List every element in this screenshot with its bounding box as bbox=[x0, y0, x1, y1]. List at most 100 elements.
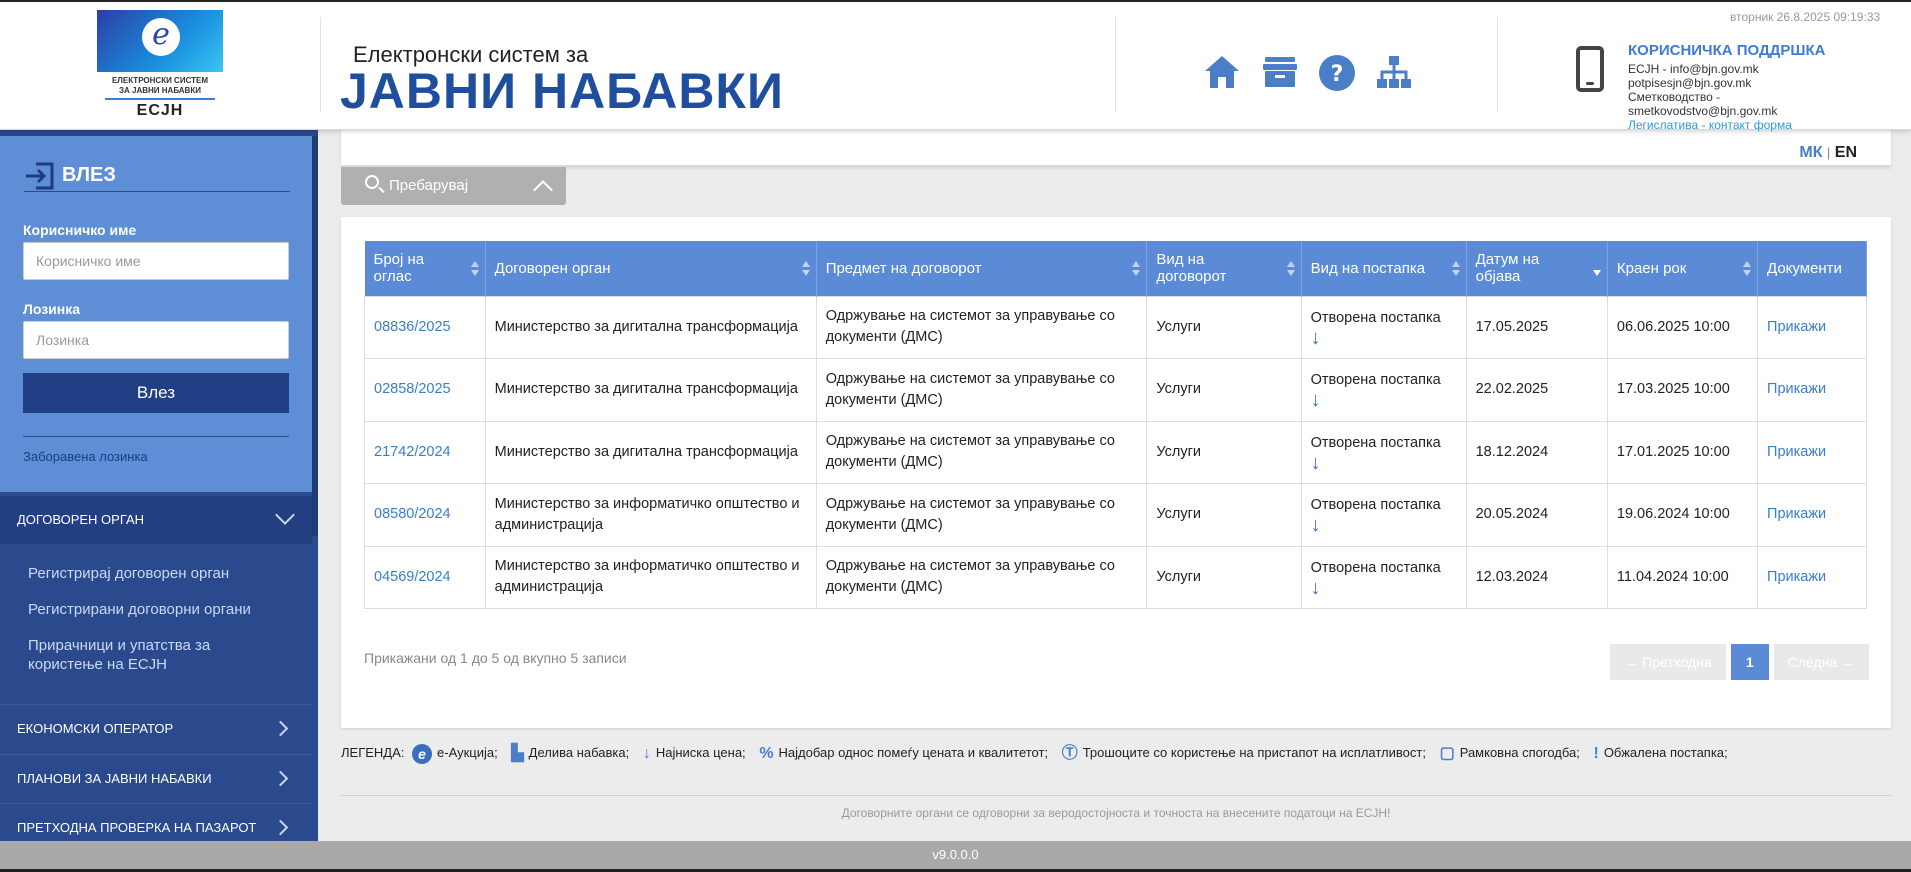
show-documents-link[interactable]: Прикажи bbox=[1767, 569, 1826, 585]
sidebar-scrollbar[interactable] bbox=[312, 136, 318, 536]
show-documents-link[interactable]: Прикажи bbox=[1767, 444, 1826, 460]
column-header-contract-type[interactable]: Вид на договорот bbox=[1146, 241, 1302, 296]
site-title-big: ЈАВНИ НАБАВКИ bbox=[340, 63, 784, 119]
login-title: ВЛЕЗ bbox=[62, 164, 116, 186]
column-header-published[interactable]: Датум на објава bbox=[1466, 241, 1608, 296]
sidebar-item-procurement-plans[interactable]: ПЛАНОВИ ЗА ЈАВНИ НАБАВКИ bbox=[0, 754, 312, 802]
help-icon[interactable]: ? bbox=[1316, 54, 1358, 94]
chevron-up-icon bbox=[533, 180, 553, 200]
column-header-contract-type-label: Вид на договорот bbox=[1156, 251, 1227, 286]
logo-line-1: ЕЛЕКТРОНСКИ СИСТЕМ bbox=[111, 76, 209, 85]
username-input[interactable] bbox=[23, 242, 289, 280]
notice-number-link[interactable]: 08836/2025 bbox=[374, 319, 451, 335]
cell-number: 21742/2024 bbox=[364, 420, 486, 484]
page-1-button[interactable]: 1 bbox=[1730, 644, 1769, 680]
logo-line-2: ЗА ЈАВНИ НАБАВКИ bbox=[119, 86, 201, 95]
previous-page-button[interactable]: ← Претходна bbox=[1610, 644, 1726, 680]
forgot-password-link[interactable]: Заборавена лозинка bbox=[23, 449, 148, 464]
market-check-label: ПРЕТХОДНА ПРОВЕРКА НА ПАЗАРОТ bbox=[17, 820, 257, 835]
cell-deadline: 11.04.2024 10:00 bbox=[1606, 545, 1759, 609]
login-divider bbox=[23, 436, 289, 437]
password-label: Лозинка bbox=[23, 301, 81, 317]
cell-documents: Прикажи bbox=[1757, 358, 1867, 422]
notice-number-link[interactable]: 21742/2024 bbox=[374, 444, 451, 460]
sidebar-item-market-check[interactable]: ПРЕТХОДНА ПРОВЕРКА НА ПАЗАРОТ bbox=[0, 803, 312, 841]
column-header-number[interactable]: Број на оглас bbox=[364, 241, 486, 296]
economic-operator-label: ЕКОНОМСКИ ОПЕРАТОР bbox=[17, 721, 174, 736]
cell-contract-type: Услуги bbox=[1146, 483, 1302, 547]
cell-published: 20.05.2024 bbox=[1465, 483, 1608, 547]
cell-subject: Одржување на системот за управување со д… bbox=[815, 545, 1148, 609]
logo[interactable]: e ЕЛЕКТРОНСКИ СИСТЕМ ЗА ЈАВНИ НАБАВКИ EC… bbox=[97, 10, 223, 122]
notice-number-link[interactable]: 02858/2025 bbox=[374, 381, 451, 397]
column-header-procedure-label: Вид на постапка bbox=[1310, 259, 1426, 277]
search-toggle[interactable]: Пребарувај bbox=[341, 167, 566, 205]
appealed-icon: ! bbox=[1593, 744, 1599, 762]
cell-procedure: Отворена постапка ↓ bbox=[1300, 420, 1467, 484]
lang-mk[interactable]: МК bbox=[1799, 144, 1822, 161]
cell-subject: Одржување на системот за управување со д… bbox=[815, 483, 1148, 547]
notice-number-link[interactable]: 08580/2024 bbox=[374, 506, 451, 522]
legend-item: ! Обжалена постапка; bbox=[1593, 742, 1727, 765]
search-icon bbox=[365, 175, 379, 189]
table-row: 21742/2024 Министерство за дигитална тра… bbox=[364, 420, 1867, 484]
legislation-contact-link[interactable]: Легислатива - контакт форма bbox=[1628, 118, 1898, 132]
sort-icon bbox=[1451, 261, 1460, 277]
header: e ЕЛЕКТРОНСКИ СИСТЕМ ЗА ЈАВНИ НАБАВКИ EC… bbox=[0, 0, 1911, 132]
password-input[interactable] bbox=[23, 321, 289, 359]
sidebar-item-register-authority[interactable]: Регистрирај договорен орган bbox=[28, 564, 288, 583]
next-page-button[interactable]: Следна → bbox=[1773, 644, 1869, 680]
login-heading: ВЛЕЗ bbox=[24, 162, 290, 192]
legend-text: Обжалена постапка; bbox=[1603, 745, 1728, 760]
archive-icon[interactable] bbox=[1259, 54, 1301, 94]
e-auction-icon: e bbox=[412, 743, 433, 764]
results-panel: Број на оглас Договорен орган Предмет на… bbox=[341, 217, 1891, 728]
table-row: 02858/2025 Министерство за дигитална тра… bbox=[364, 358, 1867, 422]
show-documents-link[interactable]: Прикажи bbox=[1767, 319, 1826, 335]
cell-deadline: 06.06.2025 10:00 bbox=[1606, 295, 1759, 359]
cost-effectiveness-icon: Ⓣ bbox=[1061, 744, 1078, 762]
cell-deadline: 19.06.2024 10:00 bbox=[1606, 483, 1759, 547]
table-header-row: Број на оглас Договорен орган Предмет на… bbox=[364, 241, 1867, 296]
notice-number-link[interactable]: 04569/2024 bbox=[374, 569, 451, 585]
lang-separator: | bbox=[1826, 145, 1831, 160]
pagination: ← Претходна 1 Следна → bbox=[1605, 644, 1869, 680]
sort-icon bbox=[1743, 261, 1752, 277]
column-header-subject[interactable]: Предмет на договорот bbox=[816, 241, 1148, 296]
column-header-authority[interactable]: Договорен орган bbox=[485, 241, 817, 296]
column-header-deadline[interactable]: Краен рок bbox=[1607, 241, 1759, 296]
show-documents-link[interactable]: Прикажи bbox=[1767, 381, 1826, 397]
show-documents-link[interactable]: Прикажи bbox=[1767, 506, 1826, 522]
sitemap-icon[interactable] bbox=[1373, 54, 1415, 94]
disclaimer: Договорните органи се одговорни за верод… bbox=[841, 806, 1391, 820]
logo-e-icon: e bbox=[142, 18, 180, 56]
column-header-procedure[interactable]: Вид на постапка bbox=[1301, 241, 1467, 296]
cell-documents: Прикажи bbox=[1757, 295, 1867, 359]
home-icon[interactable] bbox=[1201, 54, 1243, 94]
sidebar: ВЛЕЗ Корисничко име Лозинка Влез Заборав… bbox=[0, 130, 318, 841]
column-header-documents: Документи bbox=[1757, 241, 1867, 296]
column-header-subject-label: Предмет на договорот bbox=[825, 259, 982, 277]
sidebar-item-registered-authorities[interactable]: Регистрирани договорни органи bbox=[28, 600, 288, 619]
contracting-authority-header[interactable]: ДОГОВОРЕН ОРГАН bbox=[0, 496, 312, 544]
sidebar-item-manuals[interactable]: Прирачници и упатства за користење на ЕС… bbox=[28, 636, 288, 674]
legend-text: Делива набавка; bbox=[528, 745, 630, 760]
column-header-documents-label: Документи bbox=[1767, 259, 1842, 277]
sidebar-item-economic-operator[interactable]: ЕКОНОМСКИ ОПЕРАТОР bbox=[0, 704, 312, 752]
lang-en[interactable]: EN bbox=[1835, 144, 1857, 161]
cell-contract-type: Услуги bbox=[1146, 420, 1302, 484]
login-button[interactable]: Влез bbox=[23, 373, 289, 413]
legend-item: Ⓣ Трошоците со користење на пристапот на … bbox=[1062, 742, 1426, 765]
header-divider bbox=[320, 17, 321, 112]
lowest-price-icon: ↓ bbox=[1310, 451, 1321, 474]
current-datetime: вторник 26.8.2025 09:19:33 bbox=[1730, 10, 1881, 24]
legend: ЛЕГЕНДА: e е-Аукција; ▙ Делива набавка; ↓ Н… bbox=[341, 742, 1891, 765]
search-label: Пребарувај bbox=[389, 177, 469, 194]
legend-item: ▙ Делива набавка; bbox=[511, 742, 629, 765]
cell-number: 08580/2024 bbox=[364, 483, 486, 547]
framework-icon: ▢ bbox=[1439, 744, 1455, 762]
records-info: Прикажани од 1 до 5 од вкупно 5 записи bbox=[364, 650, 627, 666]
cell-published: 18.12.2024 bbox=[1465, 420, 1608, 484]
sign-in-icon bbox=[24, 162, 54, 190]
contracting-authority-section: ДОГОВОРЕН ОРГАН Регистрирај договорен ор… bbox=[0, 496, 312, 704]
